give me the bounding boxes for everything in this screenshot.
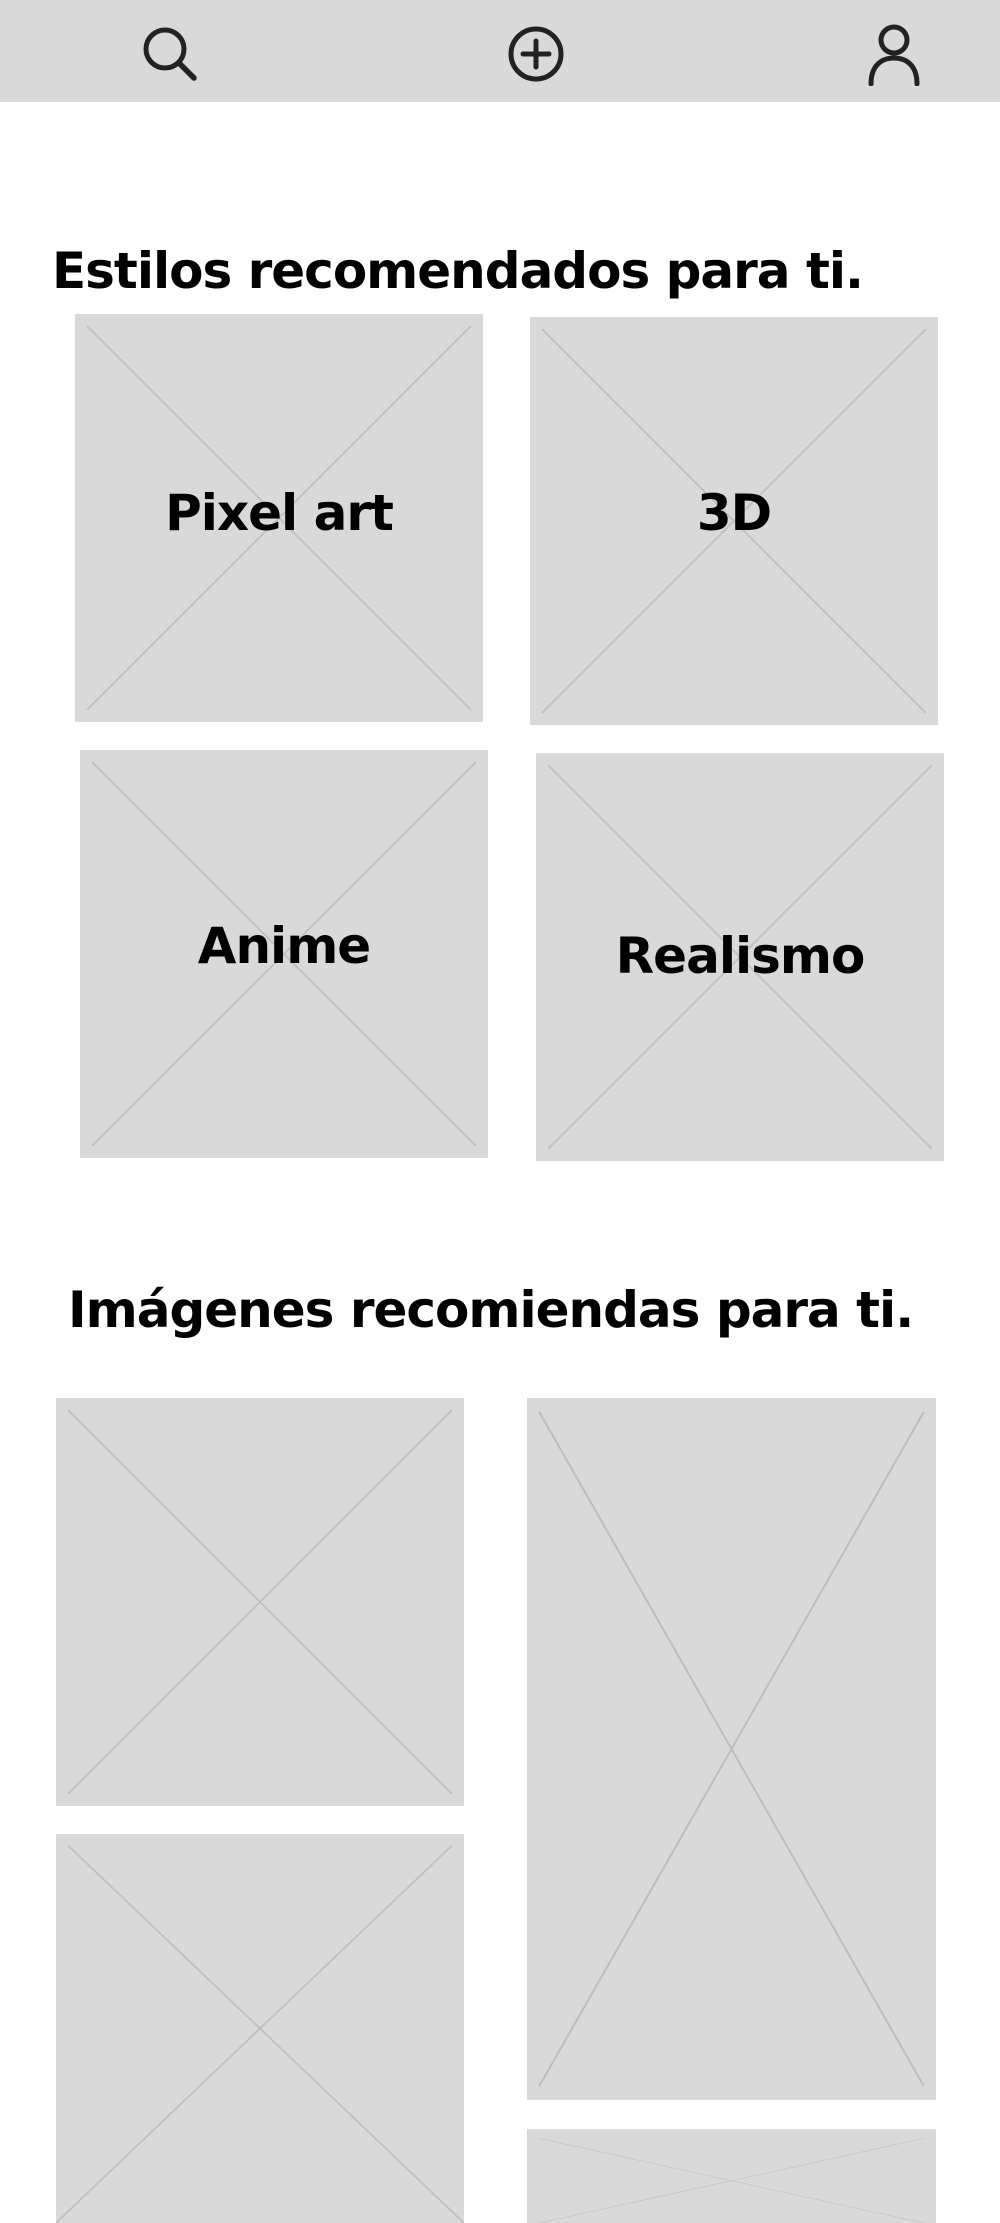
top-nav-bar — [0, 0, 1000, 102]
create-button[interactable] — [498, 16, 574, 92]
recommended-image[interactable] — [56, 1834, 464, 2223]
recommended-image[interactable] — [56, 1398, 464, 1806]
user-icon — [868, 24, 920, 86]
style-card-pixel-art[interactable]: Pixel art — [75, 314, 483, 722]
style-card-label: Realismo — [615, 927, 866, 985]
image-placeholder-icon — [56, 1845, 464, 2223]
style-card-label: 3D — [696, 484, 772, 542]
image-placeholder-icon — [538, 2138, 925, 2223]
images-section-title: Imágenes recomiendas para ti. — [68, 1281, 914, 1339]
recommended-image[interactable] — [527, 2129, 936, 2223]
recommended-image[interactable] — [527, 1398, 936, 2100]
style-card-3d[interactable]: 3D — [530, 317, 938, 725]
plus-circle-icon — [508, 26, 564, 82]
style-card-label: Anime — [197, 917, 371, 975]
profile-button[interactable] — [856, 16, 932, 92]
style-card-label: Pixel art — [165, 484, 394, 542]
style-card-anime[interactable]: Anime — [80, 750, 488, 1158]
style-card-realismo[interactable]: Realismo — [536, 753, 944, 1161]
search-icon — [143, 27, 197, 81]
image-placeholder-icon — [67, 1409, 453, 1795]
search-button[interactable] — [132, 16, 208, 92]
styles-section-title: Estilos recomendados para ti. — [52, 242, 864, 300]
image-placeholder-icon — [538, 1411, 925, 2087]
